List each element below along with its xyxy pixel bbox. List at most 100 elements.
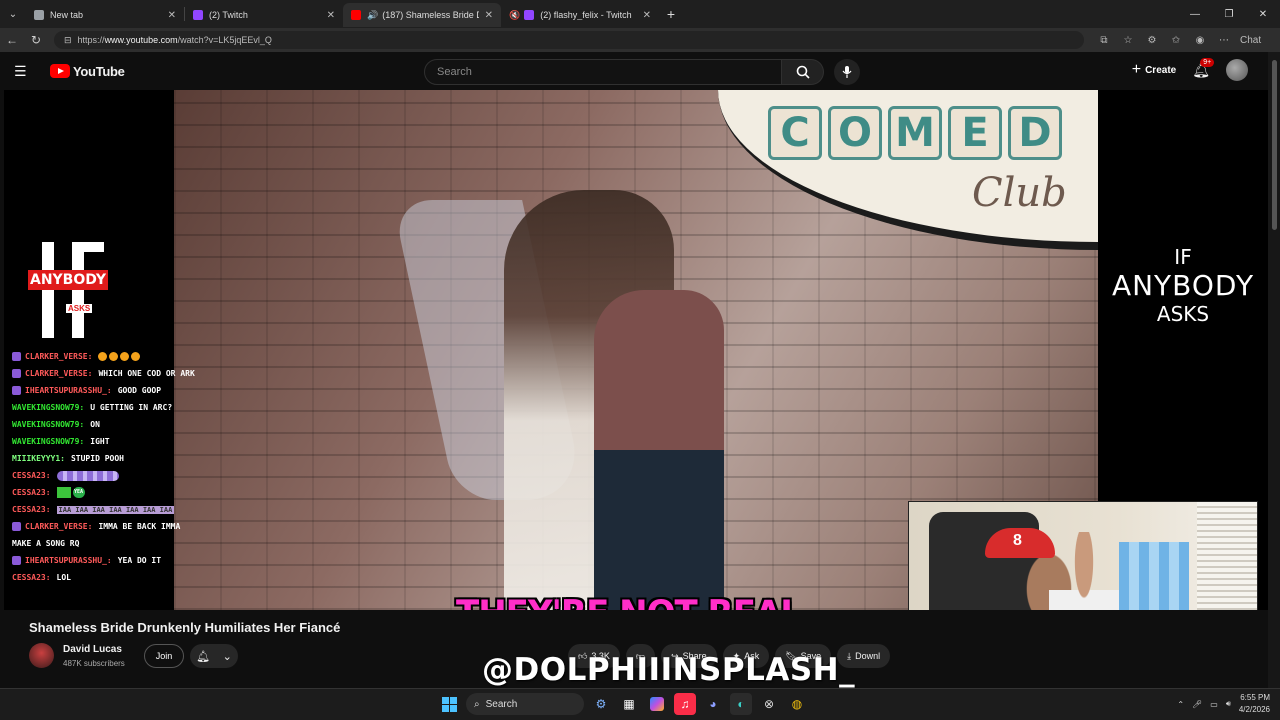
- sign-letter: C: [768, 106, 822, 160]
- subscriber-badge-icon: [12, 522, 21, 531]
- music-app-icon[interactable]: ♫: [674, 693, 696, 715]
- sign-letter: D: [1008, 106, 1062, 160]
- chat-username: CESSA23:: [12, 505, 51, 514]
- close-icon[interactable]: ✕: [485, 10, 493, 21]
- chat-text: WHICH ONE COD OR ARK: [98, 369, 195, 378]
- youtube-icon: [351, 10, 361, 20]
- copilot-app-icon[interactable]: [646, 693, 668, 715]
- logo-bar: [42, 242, 54, 338]
- browser-tab-strip: ⌄ New tab ✕ (2) Twitch ✕ 🔊 (187) Shamele…: [0, 0, 1280, 28]
- close-icon[interactable]: ✕: [643, 10, 651, 21]
- taskbar-apps: ⌕ Search ⚙ ▦ ♫ ◕ ◐ ⊗ ◍: [438, 693, 808, 715]
- chat-username: WAVEKINGSNOW79:: [12, 437, 85, 446]
- favorites-icon[interactable]: ✩: [1164, 35, 1188, 46]
- chat-message: CLARKER_VERSE: IMMA BE BACK IMMA: [12, 518, 212, 535]
- chat-message: CESSA23: YEA: [12, 484, 212, 501]
- tab-actions-menu[interactable]: ⌄: [0, 0, 26, 28]
- restore-icon[interactable]: ❐: [1212, 9, 1246, 20]
- store-app-icon[interactable]: ▦: [618, 693, 640, 715]
- youtube-wordmark: YouTube: [73, 63, 125, 79]
- if-anybody-asks-text-logo: IF ANYBODY ASKS: [1108, 245, 1258, 326]
- app-available-icon[interactable]: ⧉: [1092, 35, 1116, 46]
- search-bar: Search: [424, 59, 860, 85]
- xbox-app-icon[interactable]: ⊗: [758, 693, 780, 715]
- notifications-button[interactable]: 🔔︎ 9+: [1192, 57, 1215, 79]
- start-button[interactable]: [438, 693, 460, 715]
- profile-icon[interactable]: ◉: [1188, 35, 1212, 46]
- text-emote: IAA IAA IAA IAA IAA IAA IAA: [56, 505, 175, 514]
- create-button[interactable]: + Create: [1132, 61, 1176, 79]
- favorite-star-icon[interactable]: ☆: [1116, 35, 1140, 46]
- close-window-icon[interactable]: ✕: [1246, 9, 1280, 20]
- subscriber-badge-icon: [12, 369, 21, 378]
- chat-message: MIIIKEYYY1: STUPID POOH: [12, 450, 212, 467]
- chat-text: IMMA BE BACK IMMA: [98, 522, 181, 531]
- refresh-icon[interactable]: ↻: [24, 33, 48, 47]
- sign-letter: M: [888, 106, 942, 160]
- coin-emote-icon: [131, 352, 141, 361]
- logo-asks-text: ASKS: [66, 304, 93, 313]
- more-menu-icon[interactable]: ⋯: [1212, 35, 1236, 46]
- new-tab-icon: [34, 10, 44, 20]
- microphone-icon[interactable]: 🎤︎: [1192, 700, 1202, 709]
- minimize-icon[interactable]: —: [1178, 9, 1212, 20]
- volume-icon[interactable]: 🔊︎: [1226, 699, 1231, 709]
- taskbar-search[interactable]: ⌕ Search: [466, 693, 584, 715]
- site-info-icon[interactable]: ⊟: [64, 35, 72, 46]
- yea-emote-icon: YEA: [72, 487, 85, 498]
- tab-twitch[interactable]: (2) Twitch ✕: [185, 3, 343, 27]
- network-icon[interactable]: ▭: [1210, 700, 1218, 709]
- system-tray: ⌃ 🎤︎ ▭ 🔊︎ 6:55 PM 4/2/2026: [1177, 692, 1270, 716]
- youtube-play-icon: [50, 64, 70, 78]
- stream-chat-overlay: CLARKER_VERSE: CLARKER_VERSE: WHICH ONE CO…: [12, 348, 212, 586]
- clock[interactable]: 6:55 PM 4/2/2026: [1239, 692, 1270, 716]
- scrollbar-thumb[interactable]: [1272, 60, 1277, 230]
- hamburger-menu-icon[interactable]: ☰: [14, 63, 40, 80]
- discord-app-icon[interactable]: ◕: [702, 693, 724, 715]
- channel-avatar[interactable]: [29, 643, 54, 668]
- speaker-icon[interactable]: 🔊: [367, 10, 378, 21]
- settings-app-icon[interactable]: ⚙: [590, 693, 612, 715]
- close-icon[interactable]: ✕: [168, 10, 176, 21]
- sign-letter: E: [948, 106, 1002, 160]
- wave-emote-icon: [56, 470, 119, 481]
- edge-app-icon[interactable]: ◐: [730, 693, 752, 715]
- tab-new-tab[interactable]: New tab ✕: [26, 3, 184, 27]
- voice-search-button[interactable]: [834, 59, 860, 85]
- account-avatar[interactable]: [1226, 59, 1248, 81]
- chat-username: WAVEKINGSNOW79:: [12, 420, 85, 429]
- url-path: /watch?v=LK5jqEEvl_Q: [177, 35, 272, 45]
- youtube-logo[interactable]: YouTube: [50, 64, 125, 79]
- tab-twitch-flashy-felix[interactable]: 🔇 (2) flashy_felix - Twitch ✕: [501, 3, 659, 27]
- new-tab-button[interactable]: +: [659, 6, 683, 22]
- chevron-up-icon[interactable]: ⌃: [1177, 700, 1184, 709]
- chat-text: GOOD GOOP: [117, 386, 162, 395]
- channel-name[interactable]: David Lucas: [63, 644, 122, 655]
- chat-text: STUPID POOH: [70, 454, 124, 463]
- url-field[interactable]: ⊟ https://www.youtube.com/watch?v=LK5jqE…: [54, 31, 1084, 49]
- join-button[interactable]: Join: [144, 644, 184, 668]
- back-icon[interactable]: ←: [0, 33, 24, 47]
- chat-message: IHEARTSUPURASSHU_: GOOD GOOP: [12, 382, 212, 399]
- twitch-icon: [193, 10, 203, 20]
- copilot-chat-button[interactable]: Chat: [1236, 34, 1261, 46]
- twitch-icon: [524, 10, 535, 20]
- tab-title: New tab: [50, 10, 84, 20]
- search-button[interactable]: [782, 59, 824, 85]
- streamer-handle-watermark: @DOLPHIIINSPLASH_: [482, 652, 856, 688]
- close-icon[interactable]: ✕: [327, 10, 335, 21]
- chat-username: IHEARTSUPURASSHU_:: [25, 556, 112, 565]
- mute-icon[interactable]: 🔇: [509, 10, 520, 21]
- logo-anybody-text: ANYBODY: [28, 270, 108, 290]
- chrome-app-icon[interactable]: ◍: [786, 693, 808, 715]
- address-toolbar: ← ↻ ⊟ https://www.youtube.com/watch?v=LK…: [0, 28, 1280, 52]
- search-input[interactable]: Search: [424, 59, 782, 85]
- extensions-icon[interactable]: ⚙: [1140, 35, 1164, 46]
- tab-youtube-active[interactable]: 🔊 (187) Shameless Bride Drunke ✕: [343, 3, 501, 27]
- tab-title: (2) Twitch: [209, 10, 248, 20]
- create-label: Create: [1145, 64, 1177, 76]
- page-scrollbar[interactable]: [1268, 52, 1280, 688]
- subscription-bell-button[interactable]: 🔔︎ ⌄: [190, 644, 238, 668]
- logo-bar: [72, 242, 104, 252]
- chevron-down-icon: ⌄: [222, 650, 232, 663]
